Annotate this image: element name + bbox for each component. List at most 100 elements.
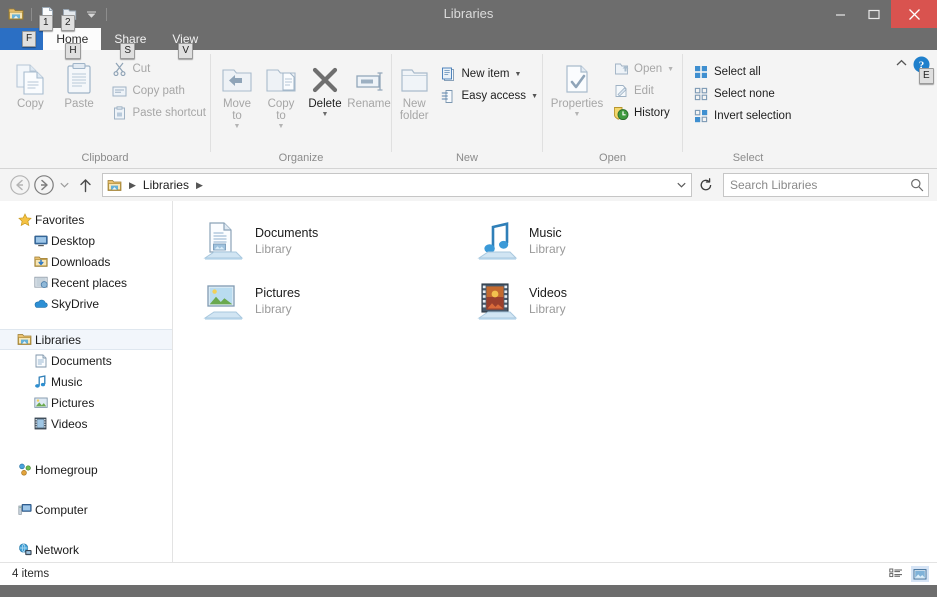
open-button[interactable]: Open ▼	[609, 58, 678, 80]
properties-button[interactable]: Properties ▼	[547, 55, 607, 118]
keytip-help: E	[919, 68, 934, 84]
history-icon	[612, 105, 630, 121]
breadcrumb-dropdown-icon[interactable]	[671, 174, 691, 196]
details-view-button[interactable]	[887, 566, 905, 582]
copy-to-icon	[264, 59, 298, 95]
breadcrumb-bar[interactable]: ▶ Libraries ▶	[102, 173, 692, 197]
search-box[interactable]: Search Libraries	[723, 173, 929, 197]
sidebar-item-documents[interactable]: Documents	[0, 350, 172, 371]
nav-header-favorites[interactable]: Favorites	[0, 209, 172, 230]
recent-locations-button[interactable]	[56, 173, 72, 197]
view-mode-buttons	[887, 566, 937, 582]
select-none-button[interactable]: Select none	[689, 83, 795, 105]
status-bar: 4 items	[0, 562, 937, 585]
ribbon-group-open: Properties ▼ Open ▼ Edit History Open	[543, 50, 682, 168]
tab-view[interactable]: View V	[159, 28, 211, 59]
sidebar-item-desktop[interactable]: Desktop	[0, 230, 172, 251]
maximize-button[interactable]	[857, 0, 891, 28]
library-tile-documents[interactable]: Documents Library	[187, 213, 461, 269]
file-tab[interactable]: F F	[0, 28, 44, 50]
copy-to-button[interactable]: Copy to ▼	[259, 55, 303, 130]
select-all-button[interactable]: Select all	[689, 61, 795, 83]
open-icon	[612, 61, 630, 77]
library-tile-videos[interactable]: Videos Library	[461, 273, 735, 329]
qat-separator-2	[106, 7, 107, 21]
move-to-caret-icon[interactable]: ▼	[234, 123, 241, 130]
library-tile-music[interactable]: Music Library	[461, 213, 735, 269]
edit-button-label: Edit	[634, 85, 654, 97]
sidebar-item-recent-places[interactable]: Recent places	[0, 272, 172, 293]
qat-new-folder-button[interactable]: 2	[58, 3, 80, 31]
sidebar-item-pictures[interactable]: Pictures	[0, 392, 172, 413]
window-controls	[823, 0, 937, 28]
music-icon	[30, 374, 51, 389]
large-icons-view-button[interactable]	[911, 566, 929, 582]
paste-shortcut-button[interactable]: Paste shortcut	[107, 102, 210, 124]
sidebar-item-videos[interactable]: Videos	[0, 413, 172, 434]
tab-home[interactable]: Home H	[43, 28, 102, 59]
sidebar-item-libraries[interactable]: Libraries	[0, 329, 172, 350]
explorer-folder-icon[interactable]	[5, 3, 27, 25]
easy-access-caret-icon[interactable]: ▼	[531, 93, 538, 100]
copy-to-caret-icon[interactable]: ▼	[278, 123, 285, 130]
new-folder-button[interactable]: New folder	[398, 55, 431, 122]
properties-caret-icon[interactable]: ▼	[574, 111, 581, 118]
delete-button[interactable]: Delete ▼	[303, 55, 347, 118]
sidebar-item-music[interactable]: Music	[0, 371, 172, 392]
move-to-button[interactable]: Move to ▼	[215, 55, 259, 130]
keytip-tab-home: H	[65, 43, 81, 59]
quick-access-toolbar: 1 2	[0, 0, 111, 31]
sidebar-item-network[interactable]: Network	[0, 539, 172, 560]
back-button[interactable]	[8, 173, 32, 197]
qat-properties-button[interactable]: 1	[36, 3, 58, 31]
invert-selection-button[interactable]: Invert selection	[689, 105, 795, 127]
ribbon-group-clipboard-label: Clipboard	[81, 152, 129, 164]
skydrive-icon	[30, 298, 51, 309]
rename-button-label: Rename	[347, 98, 391, 110]
copy-button[interactable]: Copy	[8, 55, 53, 110]
refresh-button[interactable]	[694, 173, 718, 197]
breadcrumb-arrow-libraries[interactable]: ▶	[192, 180, 207, 191]
delete-caret-icon[interactable]: ▼	[322, 111, 329, 118]
move-to-icon	[220, 59, 254, 95]
collapse-ribbon-button[interactable]	[891, 54, 911, 72]
minimize-button[interactable]	[823, 0, 857, 28]
nav-label-documents: Documents	[51, 353, 112, 368]
new-item-button[interactable]: New item ▼	[437, 63, 543, 85]
nav-gap-2	[0, 434, 172, 459]
nav-gap-1	[0, 314, 172, 329]
cut-button[interactable]: Cut	[107, 58, 210, 80]
tile-subtitle-music: Library	[529, 242, 566, 256]
nav-label-downloads: Downloads	[51, 254, 111, 269]
tile-subtitle-pictures: Library	[255, 302, 292, 316]
copy-path-button[interactable]: Copy path	[107, 80, 210, 102]
sidebar-item-homegroup[interactable]: Homegroup	[0, 459, 172, 480]
file-list-area[interactable]: Documents Library Music Library Pictures…	[173, 201, 937, 562]
sidebar-item-computer[interactable]: Computer	[0, 499, 172, 520]
history-button[interactable]: History	[609, 102, 678, 124]
select-all-button-label: Select all	[714, 66, 761, 78]
open-caret-icon[interactable]: ▼	[667, 66, 674, 73]
new-item-caret-icon[interactable]: ▼	[514, 71, 521, 78]
tab-share[interactable]: Share S	[101, 28, 159, 59]
help-button[interactable]: ? E	[911, 54, 934, 84]
copy-icon	[13, 59, 47, 95]
paste-button[interactable]: Paste	[57, 55, 102, 110]
library-tile-pictures[interactable]: Pictures Library	[187, 273, 461, 329]
ribbon-group-select-label: Select	[732, 152, 764, 164]
tile-name-documents: Documents	[255, 226, 319, 240]
properties-button-label: Properties	[550, 98, 604, 110]
sidebar-item-skydrive[interactable]: SkyDrive	[0, 293, 172, 314]
ribbon-group-organize-label: Organize	[278, 152, 324, 164]
breadcrumb-libraries[interactable]: Libraries	[140, 178, 192, 192]
edit-button[interactable]: Edit	[609, 80, 678, 102]
breadcrumb-arrow-root[interactable]: ▶	[125, 180, 140, 191]
close-button[interactable]	[891, 0, 937, 28]
search-input[interactable]: Search Libraries	[724, 178, 906, 192]
up-button[interactable]	[74, 173, 96, 197]
rename-button[interactable]: Rename	[347, 55, 391, 110]
forward-button[interactable]	[32, 173, 56, 197]
sidebar-item-downloads[interactable]: Downloads	[0, 251, 172, 272]
qat-dropdown-icon[interactable]	[80, 3, 102, 25]
easy-access-button[interactable]: Easy access ▼	[437, 85, 543, 107]
